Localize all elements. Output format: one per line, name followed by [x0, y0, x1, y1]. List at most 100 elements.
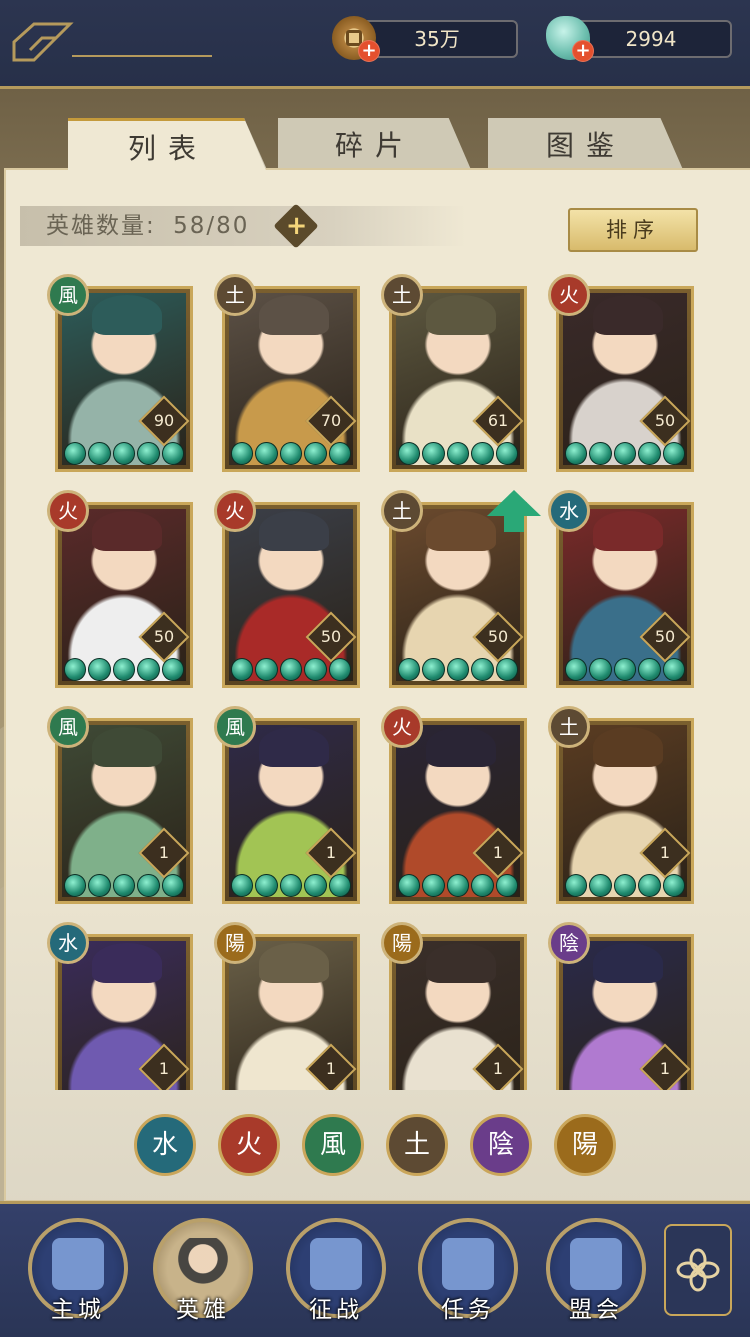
element-badge-wind: 風 [47, 706, 89, 748]
jade-star-icon [255, 442, 278, 465]
hero-hair [92, 943, 162, 983]
element-badge-earth: 土 [381, 274, 423, 316]
level-value: 1 [492, 1059, 504, 1078]
jade-star-icon [662, 658, 686, 681]
jade-star-icon [328, 874, 352, 897]
jade-star-icon [230, 874, 254, 897]
jade-star-icon [397, 442, 421, 465]
element-badge-water: 水 [548, 490, 590, 532]
jade-star-icon [112, 442, 136, 465]
jade-star-icon [328, 442, 352, 465]
star-row [230, 658, 352, 682]
jade-star-icon [230, 442, 254, 465]
star-row [63, 442, 185, 466]
level-value: 50 [487, 627, 509, 646]
element-badge-fire: 火 [214, 490, 256, 532]
jade-star-icon [662, 874, 686, 897]
filter-wind-button[interactable]: 風 [302, 1114, 364, 1176]
jade-star-icon [471, 874, 494, 897]
jade-star-icon [638, 442, 661, 465]
jade-star-icon [589, 442, 612, 465]
jade-star-icon [137, 874, 160, 897]
jade-star-icon [63, 874, 87, 897]
hero-hair [92, 727, 162, 767]
nav-label: 盟会 [569, 1297, 623, 1323]
jade-star-icon [422, 658, 445, 681]
element-badge-wind: 風 [47, 274, 89, 316]
level-value: 1 [659, 1059, 671, 1078]
star-row [564, 442, 686, 466]
filter-fire-button[interactable]: 火 [218, 1114, 280, 1176]
element-badge-fire: 火 [381, 706, 423, 748]
jade-star-icon [564, 874, 588, 897]
level-value: 50 [320, 627, 342, 646]
hero-hair [259, 295, 329, 335]
nav-label: 英雄 [176, 1297, 230, 1323]
jade-star-icon [589, 874, 612, 897]
jade-star-icon [613, 658, 637, 681]
jade-star-icon [589, 658, 612, 681]
filter-yang-button[interactable]: 陽 [554, 1114, 616, 1176]
level-value: 1 [492, 843, 504, 862]
jade-star-icon [279, 658, 303, 681]
star-row [397, 442, 519, 466]
guild-icon [570, 1238, 622, 1290]
filter-yin-button[interactable]: 陰 [470, 1114, 532, 1176]
hero-hair [426, 511, 496, 551]
add-jade-button[interactable]: + [572, 40, 594, 62]
star-row [230, 874, 352, 898]
jade-star-icon [230, 658, 254, 681]
jade-star-icon [446, 442, 470, 465]
nav-label: 征战 [309, 1297, 363, 1323]
jade-star-icon [446, 874, 470, 897]
jade-star-icon [279, 874, 303, 897]
star-row [564, 874, 686, 898]
hero-icon [177, 1238, 229, 1290]
level-value: 1 [158, 843, 170, 862]
star-row [63, 874, 185, 898]
element-badge-wind: 風 [214, 706, 256, 748]
upgrade-arrow-icon [487, 490, 541, 532]
jade-star-icon [88, 442, 111, 465]
jade-star-icon [564, 442, 588, 465]
jade-star-icon [471, 442, 494, 465]
jade-star-icon [161, 442, 185, 465]
jade-star-icon [422, 442, 445, 465]
nav-label: 主城 [51, 1297, 105, 1323]
level-value: 61 [487, 411, 509, 430]
add-coins-button[interactable]: + [358, 40, 380, 62]
jade-star-icon [255, 874, 278, 897]
jade-star-icon [662, 442, 686, 465]
hero-hair [259, 943, 329, 983]
level-value: 1 [325, 843, 337, 862]
filter-water-button[interactable]: 水 [134, 1114, 196, 1176]
hero-grid: 90 風 70 土 61 土 50 火 50 火 50 火 50 土 50 水 1 風 1 風 1 火 1 土 1 水 1 陽 1 陽 1 陰 [0, 0, 750, 1090]
level-value: 50 [654, 411, 676, 430]
jade-star-icon [495, 874, 519, 897]
jade-star-icon [495, 442, 519, 465]
hero-hair [593, 727, 663, 767]
nav-label: 任务 [441, 1297, 495, 1323]
element-badge-yin: 陰 [548, 922, 590, 964]
jade-star-icon [112, 874, 136, 897]
more-menu-button[interactable] [664, 1224, 732, 1316]
jade-star-icon [304, 874, 327, 897]
hero-hair [593, 943, 663, 983]
level-value: 50 [153, 627, 175, 646]
jade-star-icon [638, 658, 661, 681]
jade-star-icon [88, 658, 111, 681]
jade-star-icon [112, 658, 136, 681]
jade-star-icon [137, 658, 160, 681]
jade-star-icon [328, 658, 352, 681]
star-row [397, 874, 519, 898]
jade-star-icon [304, 442, 327, 465]
level-value: 1 [659, 843, 671, 862]
element-badge-fire: 火 [47, 490, 89, 532]
level-value: 70 [320, 411, 342, 430]
jade-star-icon [88, 874, 111, 897]
filter-earth-button[interactable]: 土 [386, 1114, 448, 1176]
jade-star-icon [564, 658, 588, 681]
element-badge-earth: 土 [548, 706, 590, 748]
jade-star-icon [638, 874, 661, 897]
element-badge-earth: 土 [381, 490, 423, 532]
